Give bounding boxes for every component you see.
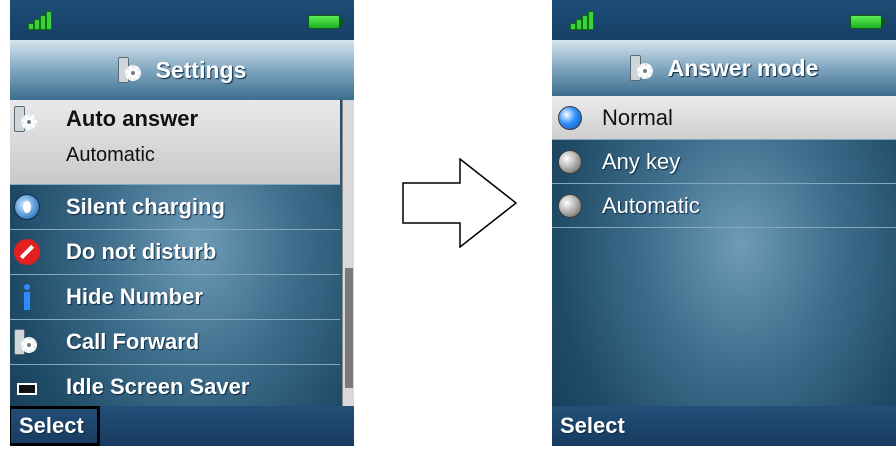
menu-item-label: Hide Number	[66, 284, 203, 309]
page-title: Settings	[155, 56, 247, 83]
arrow-right-icon	[402, 158, 518, 248]
select-softkey-button[interactable]: Select	[552, 406, 633, 446]
info-icon	[14, 284, 40, 310]
status-bar	[552, 0, 896, 40]
radio-button-icon[interactable]	[558, 105, 582, 130]
menu-item-label: Idle Screen Saver	[66, 374, 250, 399]
menu-item-value: Automatic	[66, 144, 155, 166]
radio-option-any-key[interactable]: Any key	[552, 140, 896, 184]
answer-mode-options: Normal Any key Automatic	[552, 96, 896, 228]
settings-icon	[14, 106, 40, 132]
scroll-thumb[interactable]	[345, 268, 353, 388]
radio-option-label: Any key	[602, 148, 681, 174]
phone-screen-answer-mode: Answer mode Normal Any key Automatic Sel…	[552, 0, 896, 446]
title-bar: Settings	[10, 40, 354, 100]
status-bar	[10, 0, 354, 40]
menu-item-hide-number[interactable]: Hide Number	[10, 275, 340, 320]
menu-item-label: Call Forward	[66, 329, 200, 354]
radio-option-label: Automatic	[602, 192, 700, 218]
screen-icon	[14, 376, 40, 402]
scrollbar[interactable]	[342, 100, 354, 406]
menu-item-call-forward[interactable]: Call Forward	[10, 320, 340, 365]
signal-icon	[570, 10, 610, 30]
radio-option-automatic[interactable]: Automatic	[552, 184, 896, 228]
battery-icon	[850, 15, 885, 29]
do-not-disturb-icon	[14, 239, 40, 265]
page-title: Answer mode	[667, 54, 819, 81]
select-softkey-button[interactable]: Select	[10, 406, 100, 446]
settings-icon	[14, 329, 40, 355]
menu-item-idle-screen-saver[interactable]: Idle Screen Saver	[10, 365, 340, 410]
menu-item-label: Silent charging	[66, 194, 225, 219]
radio-button-icon[interactable]	[558, 149, 582, 174]
signal-icon	[28, 10, 68, 30]
radio-button-icon[interactable]	[558, 193, 582, 218]
soft-key-bar: Select	[552, 406, 896, 446]
title-bar: Answer mode	[552, 40, 896, 96]
menu-item-do-not-disturb[interactable]: Do not disturb	[10, 230, 340, 275]
settings-menu: Auto answer Automatic Silent charging Do…	[10, 100, 340, 410]
phone-screen-settings: Settings Auto answer Automatic Silent ch…	[10, 0, 354, 446]
settings-icon	[117, 57, 144, 83]
radio-option-label: Normal	[602, 104, 673, 130]
battery-icon	[308, 15, 343, 29]
menu-item-label: Do not disturb	[66, 239, 217, 264]
menu-item-silent-charging[interactable]: Silent charging	[10, 185, 340, 230]
globe-icon	[14, 194, 40, 220]
settings-icon	[629, 55, 656, 81]
soft-key-bar: Select	[10, 406, 354, 446]
menu-item-auto-answer[interactable]: Auto answer Automatic	[10, 100, 340, 185]
menu-item-label: Auto answer	[66, 106, 199, 131]
radio-option-normal[interactable]: Normal	[552, 96, 896, 140]
